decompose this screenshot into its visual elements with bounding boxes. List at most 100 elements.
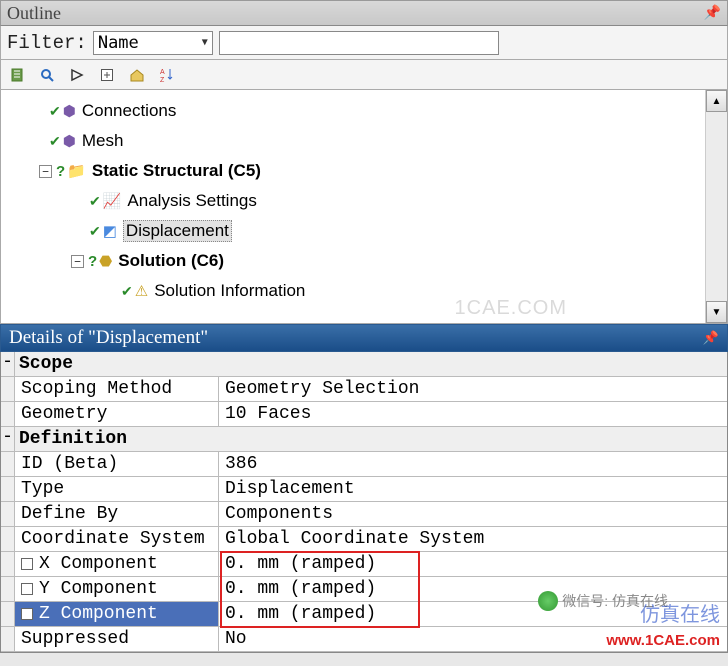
- filter-label: Filter:: [7, 32, 87, 54]
- gutter: [1, 552, 15, 576]
- scroll-down-icon[interactable]: ▼: [706, 301, 727, 323]
- details-row-type[interactable]: Type Displacement: [1, 477, 727, 502]
- gutter: [1, 527, 15, 551]
- group-label: Scope: [15, 352, 727, 376]
- tree-item-analysis-settings[interactable]: ✔ 📈 Analysis Settings: [7, 186, 705, 216]
- analysis-icon: 📈: [103, 192, 122, 210]
- prop-value[interactable]: 0. mm (ramped): [219, 552, 727, 576]
- gutter: [1, 477, 15, 501]
- details-row-scoping-method[interactable]: Scoping Method Geometry Selection: [1, 377, 727, 402]
- filter-row: Filter: Name ▼: [0, 26, 728, 60]
- prop-label: Define By: [15, 502, 219, 526]
- connections-icon: ⬢: [63, 102, 76, 120]
- check-icon: ✔: [49, 133, 61, 150]
- outline-tree[interactable]: ✔ ⬢ Connections ✔ ⬢ Mesh − ? 📁 Static St…: [1, 90, 705, 323]
- details-row-coord-sys[interactable]: Coordinate System Global Coordinate Syst…: [1, 527, 727, 552]
- tree-item-static-structural[interactable]: − ? 📁 Static Structural (C5): [7, 156, 705, 186]
- tree-label: Mesh: [82, 131, 124, 151]
- prop-label: X Component: [15, 552, 219, 576]
- tree-label: Solution Information: [154, 281, 305, 301]
- prop-value[interactable]: Displacement: [219, 477, 727, 501]
- check-icon: ✔: [89, 193, 101, 210]
- collapse-icon[interactable]: −: [39, 165, 52, 178]
- tree-item-connections[interactable]: ✔ ⬢ Connections: [7, 96, 705, 126]
- outline-tree-wrap: ✔ ⬢ Connections ✔ ⬢ Mesh − ? 📁 Static St…: [0, 90, 728, 324]
- prop-label: ID (Beta): [15, 452, 219, 476]
- details-row-geometry[interactable]: Geometry 10 Faces: [1, 402, 727, 427]
- gutter: [1, 627, 15, 651]
- home-icon[interactable]: [127, 65, 147, 85]
- filter-select[interactable]: Name ▼: [93, 31, 213, 55]
- cn-stamp: 仿真在线: [640, 598, 720, 627]
- sort-az-icon[interactable]: AZ: [157, 65, 177, 85]
- prop-label: Y Component: [15, 577, 219, 601]
- prop-value[interactable]: Components: [219, 502, 727, 526]
- gutter: [1, 452, 15, 476]
- filter-input[interactable]: [219, 31, 499, 55]
- tree-label: Static Structural (C5): [92, 161, 261, 181]
- gutter: [1, 602, 15, 626]
- tree-label: Solution (C6): [118, 251, 224, 271]
- expand-all-icon[interactable]: [97, 65, 117, 85]
- details-group-definition[interactable]: - Definition: [1, 427, 727, 452]
- details-row-x-component[interactable]: X Component 0. mm (ramped): [1, 552, 727, 577]
- collapse-icon[interactable]: -: [1, 352, 15, 376]
- tree-label: Displacement: [123, 220, 232, 242]
- checkbox-icon[interactable]: [21, 583, 33, 595]
- solution-icon: ⬣: [99, 252, 112, 270]
- search-outline-icon[interactable]: [37, 65, 57, 85]
- prop-label: Z Component: [15, 602, 219, 626]
- checkbox-icon[interactable]: [21, 558, 33, 570]
- details-row-define-by[interactable]: Define By Components: [1, 502, 727, 527]
- details-group-scope[interactable]: - Scope: [1, 352, 727, 377]
- group-label: Definition: [15, 427, 727, 451]
- wechat-icon: [538, 591, 558, 611]
- prop-value[interactable]: 10 Faces: [219, 402, 727, 426]
- prop-value[interactable]: 386: [219, 452, 727, 476]
- filter-select-value: Name: [98, 33, 139, 53]
- info-icon: ⚠: [135, 282, 148, 300]
- refresh-icon[interactable]: [7, 65, 27, 85]
- tree-label: Connections: [82, 101, 177, 121]
- gutter: [1, 577, 15, 601]
- tree-item-displacement[interactable]: ✔ ◩ Displacement: [7, 216, 705, 246]
- prop-value[interactable]: Global Coordinate System: [219, 527, 727, 551]
- tree-scrollbar[interactable]: ▲ ▼: [705, 90, 727, 323]
- outline-toolbar: AZ: [0, 60, 728, 90]
- prop-label: Suppressed: [15, 627, 219, 651]
- tree-label: Analysis Settings: [127, 191, 256, 211]
- chevron-down-icon: ▼: [202, 37, 208, 48]
- prop-value[interactable]: Geometry Selection: [219, 377, 727, 401]
- question-icon: ?: [56, 163, 65, 180]
- outline-panel-header: Outline 📌: [0, 0, 728, 26]
- check-icon: ✔: [89, 223, 101, 240]
- tree-item-solution[interactable]: − ? ⬣ Solution (C6): [7, 246, 705, 276]
- mesh-icon: ⬢: [63, 132, 76, 150]
- prop-label: Geometry: [15, 402, 219, 426]
- gutter: [1, 502, 15, 526]
- folder-icon: 📁: [67, 162, 86, 180]
- scroll-up-icon[interactable]: ▲: [706, 90, 727, 112]
- prop-label: Coordinate System: [15, 527, 219, 551]
- details-panel-header: Details of "Displacement" 📌: [0, 324, 728, 352]
- collapse-icon[interactable]: −: [71, 255, 84, 268]
- tree-item-solution-info[interactable]: ✔ ⚠ Solution Information: [7, 276, 705, 306]
- displacement-icon: ◩: [103, 222, 117, 240]
- url-stamp: www.1CAE.com: [606, 632, 720, 649]
- gutter: [1, 402, 15, 426]
- prop-label: Type: [15, 477, 219, 501]
- pin-icon[interactable]: 📌: [704, 5, 721, 22]
- collapse-icon[interactable]: -: [1, 427, 15, 451]
- details-title: Details of "Displacement": [9, 327, 208, 349]
- gutter: [1, 377, 15, 401]
- svg-text:Z: Z: [160, 77, 165, 83]
- svg-text:A: A: [160, 69, 165, 76]
- tree-item-mesh[interactable]: ✔ ⬢ Mesh: [7, 126, 705, 156]
- check-icon: ✔: [49, 103, 61, 120]
- play-icon[interactable]: [67, 65, 87, 85]
- checkbox-icon[interactable]: [21, 608, 33, 620]
- question-icon: ?: [88, 253, 97, 270]
- outline-title: Outline: [7, 3, 61, 24]
- details-row-id-beta[interactable]: ID (Beta) 386: [1, 452, 727, 477]
- pin-icon[interactable]: 📌: [703, 330, 719, 346]
